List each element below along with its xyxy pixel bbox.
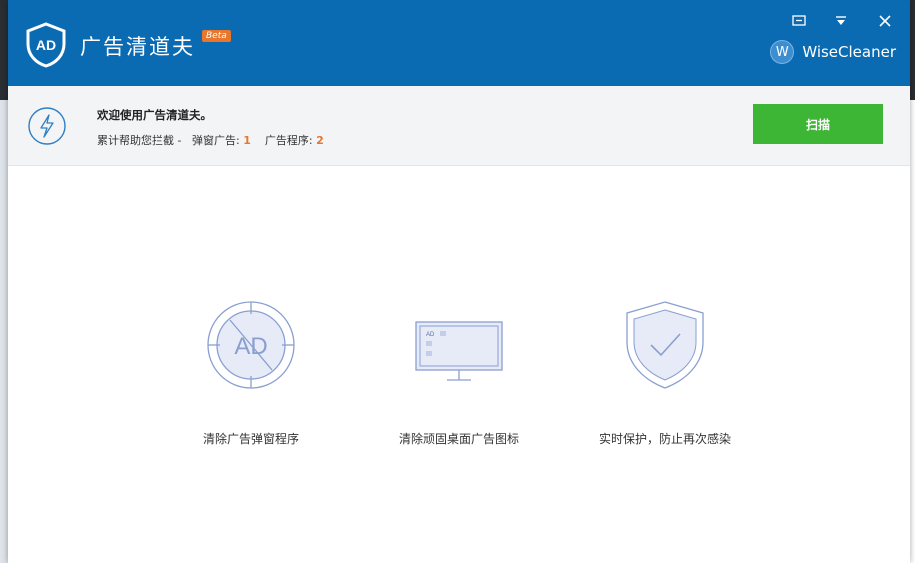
feature-label: 清除广告弹窗程序 <box>202 432 299 446</box>
feature-remove-desktop-icons: AD 清除顽固桌面广告图标 <box>359 300 559 447</box>
chevron-down-icon <box>836 16 846 25</box>
block-stats: 累计帮助您拦截 - 弹窗广告: 1 广告程序: 2 <box>97 132 324 148</box>
welcome-text: 欢迎使用广告清道夫。 <box>97 108 212 122</box>
lightning-icon <box>28 107 66 145</box>
desktop-monitor-icon: AD <box>415 321 503 381</box>
info-bar: 欢迎使用广告清道夫。 累计帮助您拦截 - 弹窗广告: 1 广告程序: 2 扫描 <box>8 86 910 166</box>
title-bar: AD 广告清道夫 Beta W WiseCleaner <box>8 0 910 86</box>
close-icon <box>879 15 891 27</box>
message-icon <box>792 15 806 26</box>
app-logo-icon: AD <box>26 22 66 68</box>
popup-label: 弹窗广告: <box>191 134 240 147</box>
shield-check-icon <box>626 301 704 389</box>
feature-label: 清除顽固桌面广告图标 <box>398 432 519 446</box>
beta-badge: Beta <box>202 30 231 42</box>
feature-realtime-protection: 实时保护，防止再次感染 <box>565 300 765 447</box>
brand-link[interactable]: W WiseCleaner <box>770 40 896 64</box>
wisecleaner-logo-icon: W <box>770 40 795 64</box>
feedback-button[interactable] <box>788 12 810 30</box>
close-button[interactable] <box>874 12 896 30</box>
feature-remove-popups: AD 清除广告弹窗程序 <box>151 300 351 447</box>
svg-text:AD: AD <box>36 37 56 53</box>
app-window: AD 广告清道夫 Beta W WiseCleaner 欢迎使用广告清道夫。 累… <box>8 0 910 563</box>
adware-label: 广告程序: <box>264 134 313 147</box>
popup-count: 1 <box>243 134 251 147</box>
app-title: 广告清道夫 <box>80 35 195 59</box>
ad-block-icon: AD <box>207 301 295 389</box>
adware-count: 2 <box>316 134 324 147</box>
scan-button[interactable]: 扫描 <box>753 104 883 144</box>
svg-text:AD: AD <box>426 332 435 338</box>
menu-dropdown-button[interactable] <box>830 12 852 30</box>
brand-name: WiseCleaner <box>802 43 896 61</box>
feature-label: 实时保护，防止再次感染 <box>598 432 731 446</box>
stats-prefix: 累计帮助您拦截 - <box>97 134 182 147</box>
svg-text:AD: AD <box>234 333 267 360</box>
